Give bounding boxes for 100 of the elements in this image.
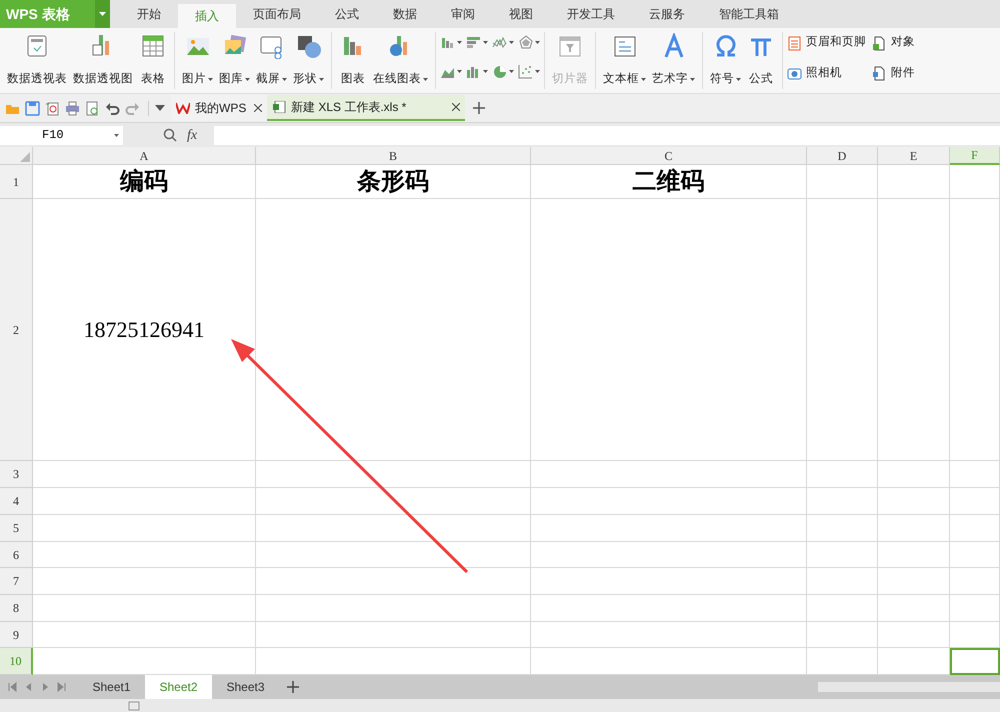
row-header[interactable]: 6 bbox=[0, 542, 33, 568]
table-cell[interactable] bbox=[950, 648, 1000, 675]
table-cell[interactable] bbox=[33, 542, 256, 568]
chart-type-button[interactable] bbox=[492, 64, 514, 79]
table-cell[interactable] bbox=[807, 461, 878, 488]
ribbon-button[interactable]: 页眉和页脚 bbox=[787, 32, 866, 54]
table-cell[interactable] bbox=[256, 461, 531, 488]
table-cell[interactable] bbox=[531, 622, 807, 648]
close-icon[interactable] bbox=[452, 103, 460, 111]
table-cell[interactable] bbox=[807, 568, 878, 595]
dropdown-caret-icon[interactable] bbox=[155, 105, 165, 111]
table-cell[interactable] bbox=[33, 595, 256, 622]
table-cell[interactable] bbox=[33, 461, 256, 488]
menu-tab[interactable]: 数据 bbox=[376, 0, 434, 28]
ribbon-button[interactable]: 数据透视图 bbox=[70, 32, 136, 89]
table-cell[interactable] bbox=[256, 199, 531, 461]
sheet-nav-first-icon[interactable] bbox=[8, 682, 18, 692]
chart-type-button[interactable] bbox=[466, 64, 488, 79]
ribbon-button[interactable]: 数据透视表 bbox=[4, 32, 70, 89]
table-cell[interactable] bbox=[531, 488, 807, 515]
row-header[interactable]: 4 bbox=[0, 488, 33, 515]
table-cell[interactable] bbox=[33, 488, 256, 515]
column-header[interactable]: D bbox=[807, 147, 878, 165]
add-sheet-icon[interactable] bbox=[287, 681, 299, 693]
ribbon-button[interactable]: 表格 bbox=[136, 32, 170, 89]
ribbon-button[interactable]: 图库 bbox=[216, 32, 253, 89]
table-cell[interactable] bbox=[878, 542, 950, 568]
row-header[interactable]: 1 bbox=[0, 165, 33, 199]
table-cell[interactable] bbox=[807, 542, 878, 568]
row-header[interactable]: 2 bbox=[0, 199, 33, 461]
table-cell[interactable] bbox=[531, 461, 807, 488]
table-cell[interactable] bbox=[807, 515, 878, 542]
row-header[interactable]: 5 bbox=[0, 515, 33, 542]
redo-icon[interactable] bbox=[125, 100, 140, 116]
table-cell[interactable] bbox=[256, 568, 531, 595]
ribbon-button[interactable]: 对象 bbox=[872, 32, 915, 54]
table-cell[interactable] bbox=[531, 542, 807, 568]
ribbon-button[interactable]: 图表 bbox=[336, 32, 370, 89]
sheet-nav-prev-icon[interactable] bbox=[24, 682, 34, 692]
table-cell[interactable] bbox=[531, 568, 807, 595]
menu-tab[interactable]: 页面布局 bbox=[236, 0, 318, 28]
ribbon-button[interactable]: 符号 bbox=[707, 32, 744, 89]
table-cell[interactable] bbox=[256, 542, 531, 568]
table-cell[interactable] bbox=[878, 622, 950, 648]
table-cell[interactable] bbox=[878, 515, 950, 542]
chart-type-button[interactable] bbox=[518, 35, 540, 50]
table-cell[interactable] bbox=[950, 622, 1000, 648]
print-preview-icon[interactable] bbox=[85, 100, 100, 116]
table-cell[interactable] bbox=[33, 568, 256, 595]
row-header[interactable]: 3 bbox=[0, 461, 33, 488]
ribbon-button[interactable]: 文本框 bbox=[600, 32, 649, 89]
horizontal-scrollbar[interactable] bbox=[818, 682, 1000, 692]
app-dropdown-button[interactable] bbox=[95, 0, 110, 28]
table-cell[interactable] bbox=[950, 488, 1000, 515]
menu-tab[interactable]: 开始 bbox=[120, 0, 178, 28]
undo-icon[interactable] bbox=[105, 100, 120, 116]
ribbon-button[interactable]: 艺术字 bbox=[649, 32, 698, 89]
sheet-nav-last-icon[interactable] bbox=[56, 682, 66, 692]
chart-type-button[interactable] bbox=[440, 35, 462, 50]
row-header[interactable]: 8 bbox=[0, 595, 33, 622]
export-pdf-icon[interactable] bbox=[45, 100, 60, 116]
menu-tab[interactable]: 视图 bbox=[492, 0, 550, 28]
table-cell[interactable] bbox=[256, 595, 531, 622]
save-icon[interactable] bbox=[25, 100, 40, 116]
table-cell[interactable] bbox=[950, 165, 1000, 199]
menu-tab[interactable]: 开发工具 bbox=[550, 0, 632, 28]
table-cell[interactable] bbox=[256, 622, 531, 648]
table-cell[interactable] bbox=[256, 488, 531, 515]
table-cell[interactable] bbox=[531, 515, 807, 542]
table-cell[interactable] bbox=[807, 595, 878, 622]
column-header[interactable]: E bbox=[878, 147, 950, 165]
ribbon-button[interactable]: 照相机 bbox=[787, 62, 866, 84]
table-cell[interactable] bbox=[33, 515, 256, 542]
column-header[interactable]: C bbox=[531, 147, 807, 165]
sheet-tab[interactable]: Sheet3 bbox=[212, 675, 279, 699]
table-cell[interactable] bbox=[531, 199, 807, 461]
chart-type-button[interactable] bbox=[518, 64, 540, 79]
ribbon-button[interactable]: 截屏 bbox=[253, 32, 290, 89]
ribbon-button[interactable]: 形状 bbox=[290, 32, 327, 89]
chart-type-button[interactable] bbox=[492, 35, 514, 50]
table-cell[interactable] bbox=[950, 595, 1000, 622]
table-cell[interactable] bbox=[878, 568, 950, 595]
table-cell[interactable] bbox=[950, 542, 1000, 568]
sheet-tab[interactable]: Sheet2 bbox=[145, 675, 212, 699]
ribbon-button[interactable]: 图片 bbox=[179, 32, 216, 89]
function-button[interactable]: fx bbox=[187, 124, 198, 146]
row-header[interactable]: 7 bbox=[0, 568, 33, 595]
chart-type-button[interactable] bbox=[466, 35, 488, 50]
table-cell[interactable]: 条形码 bbox=[256, 165, 531, 199]
document-tab[interactable]: 新建 XLS 工作表.xls * bbox=[267, 95, 465, 121]
table-cell[interactable] bbox=[950, 461, 1000, 488]
menu-tab[interactable]: 插入 bbox=[178, 4, 236, 28]
menu-tab[interactable]: 云服务 bbox=[632, 0, 702, 28]
ribbon-button[interactable]: 公式 bbox=[744, 32, 778, 89]
menu-tab[interactable]: 审阅 bbox=[434, 0, 492, 28]
table-cell[interactable] bbox=[256, 515, 531, 542]
table-cell[interactable] bbox=[950, 199, 1000, 461]
table-cell[interactable] bbox=[807, 622, 878, 648]
table-cell[interactable] bbox=[878, 488, 950, 515]
close-icon[interactable] bbox=[254, 104, 262, 112]
